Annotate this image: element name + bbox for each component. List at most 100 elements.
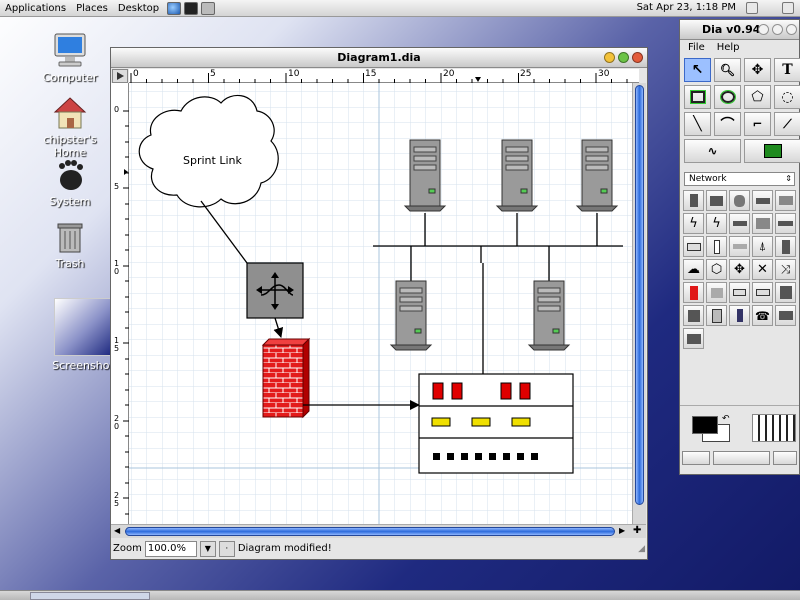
printer-shape-icon[interactable] [775, 190, 796, 211]
close-button[interactable] [632, 52, 643, 63]
zoom-input[interactable] [144, 540, 197, 557]
lightning-shape-icon[interactable]: ϟ [683, 213, 704, 234]
bus-shape-icon[interactable] [683, 236, 704, 257]
diagram-canvas[interactable]: Sprint Link [129, 83, 632, 524]
line-style-selector[interactable] [752, 414, 796, 442]
floppy-shape-icon[interactable] [683, 305, 704, 326]
tray-icon[interactable] [746, 2, 758, 14]
minimize-button[interactable] [604, 52, 615, 63]
mobile-phone-shape-icon[interactable] [729, 305, 750, 326]
minimize-button[interactable] [758, 24, 769, 35]
canvas-menu-button[interactable] [112, 69, 128, 83]
computer-shape-icon[interactable] [683, 190, 704, 211]
navigation-cross-icon[interactable]: ✚ [633, 525, 641, 536]
ellipse-tool-icon[interactable] [714, 85, 741, 109]
terminal-launcher-icon[interactable] [184, 1, 199, 15]
vertical-scroll-thumb[interactable] [635, 85, 644, 505]
pointer-tool-icon[interactable]: ↖ [684, 58, 711, 82]
network-shapes-grid: ϟ ϟ ⍋ ☁ ⬡ ✥ ✕ ⤨ ☎ [680, 190, 799, 349]
router-shape-icon[interactable]: ✥ [729, 259, 750, 280]
text-tool-icon[interactable]: T [774, 58, 800, 82]
panel-clock[interactable]: Sat Apr 23, 1:18 PM [637, 2, 736, 13]
file-menu[interactable]: File [688, 42, 705, 53]
hexagon-shape-icon[interactable]: ⬡ [706, 259, 727, 280]
maximize-button[interactable] [618, 52, 629, 63]
camera-launcher-icon[interactable] [201, 1, 216, 15]
swap-colors-icon[interactable]: ↶ [722, 414, 730, 424]
maximize-button[interactable] [772, 24, 783, 35]
desktop-icon-label: Trash [55, 257, 85, 270]
vertical-scrollbar[interactable] [632, 83, 646, 524]
screenshot-thumbnail-icon [54, 298, 112, 356]
arrow-end-selector[interactable] [773, 451, 797, 465]
storage-shape-icon[interactable] [775, 236, 796, 257]
desktop-icon-trash[interactable]: Trash [30, 220, 110, 270]
tower-shape-icon[interactable] [706, 236, 727, 257]
server-shape[interactable] [495, 139, 539, 212]
atm-switch-shape-icon[interactable]: ⤨ [775, 259, 796, 280]
polyline-tool-icon[interactable]: ⟋ [774, 112, 800, 136]
move-tool-icon[interactable]: ✥ [744, 58, 771, 82]
zoom-dropdown-button[interactable]: ▼ [199, 540, 216, 557]
line-tool-icon[interactable]: ╲ [684, 112, 711, 136]
help-menu[interactable]: Help [717, 42, 740, 53]
beziergon-tool-icon[interactable]: ◌ [774, 85, 800, 109]
scroll-left-arrow-icon[interactable]: ◀ [114, 526, 120, 535]
resize-grip-icon[interactable]: ◢ [638, 544, 645, 554]
taskbar-button[interactable] [30, 592, 150, 600]
arrow-start-selector[interactable] [682, 451, 710, 465]
desktop-icon-home[interactable]: chipster's Home [26, 96, 114, 159]
scanner-shape-icon[interactable] [752, 282, 773, 303]
horizontal-scrollbar[interactable]: ◀ ▶ ✚ [111, 524, 646, 538]
desktop-icon-system[interactable]: System [30, 158, 110, 208]
arc-tool-icon[interactable]: ⌒ [714, 112, 741, 136]
router-shape[interactable] [246, 262, 304, 319]
fax-shape-icon[interactable] [775, 305, 796, 326]
volume-icon[interactable] [782, 2, 794, 14]
monitor-shape-icon[interactable] [706, 190, 727, 211]
switch-shape-icon[interactable] [729, 236, 750, 257]
server-shape[interactable] [527, 280, 571, 351]
rack-server-shape-icon[interactable] [752, 213, 773, 234]
browser-launcher-icon[interactable] [167, 1, 182, 15]
wan-link-shape-icon[interactable]: ϟ [706, 213, 727, 234]
antenna-shape-icon[interactable]: ⍋ [752, 236, 773, 257]
scroll-right-arrow-icon[interactable]: ▶ [619, 526, 625, 535]
desktop-icon-computer[interactable]: Computer [30, 32, 110, 84]
network-switch-shape[interactable] [418, 373, 574, 474]
patch-panel-shape-icon[interactable] [775, 213, 796, 234]
laser-printer-shape-icon[interactable] [683, 328, 704, 349]
toolbox-titlebar[interactable]: Dia v0.94 [680, 20, 799, 40]
firewall-shape-icon[interactable] [683, 282, 704, 303]
telephone-shape-icon[interactable]: ☎ [752, 305, 773, 326]
magnify-tool-icon[interactable]: 🔍︎ [714, 58, 741, 82]
sheet-selector[interactable]: Network ⇕ [684, 172, 795, 186]
workstation-shape-icon[interactable] [706, 282, 727, 303]
server-shape[interactable] [389, 280, 433, 351]
line-selector[interactable] [713, 451, 770, 465]
box-tool-icon[interactable] [684, 85, 711, 109]
disk-shape-icon[interactable] [729, 190, 750, 211]
hub-shape-icon[interactable] [752, 190, 773, 211]
polygon-tool-icon[interactable]: ⬠ [744, 85, 771, 109]
server-shape[interactable] [575, 139, 619, 212]
places-menu[interactable]: Places [71, 3, 113, 14]
switch-symbol-shape-icon[interactable]: ✕ [752, 259, 773, 280]
horizontal-scroll-thumb[interactable] [125, 527, 615, 536]
modem-shape-icon[interactable] [729, 213, 750, 234]
server-shape[interactable] [403, 139, 447, 212]
image-tool-icon[interactable] [744, 139, 800, 163]
foreground-color-swatch[interactable] [692, 416, 718, 434]
bezier-tool-icon[interactable]: ∿ [684, 139, 741, 163]
desktop-menu[interactable]: Desktop [113, 3, 164, 14]
applications-menu[interactable]: Applications [0, 3, 71, 14]
zigzag-tool-icon[interactable]: ⌐ [744, 112, 771, 136]
firewall-shape[interactable] [261, 337, 311, 419]
rack-shape-icon[interactable] [706, 305, 727, 326]
mainframe-shape-icon[interactable] [775, 282, 796, 303]
diagram-titlebar[interactable]: Diagram1.dia [111, 48, 647, 68]
snap-to-grid-toggle[interactable]: · [218, 540, 235, 557]
close-button[interactable] [786, 24, 797, 35]
cloud-shape-icon[interactable]: ☁ [683, 259, 704, 280]
terminal-shape-icon[interactable] [729, 282, 750, 303]
